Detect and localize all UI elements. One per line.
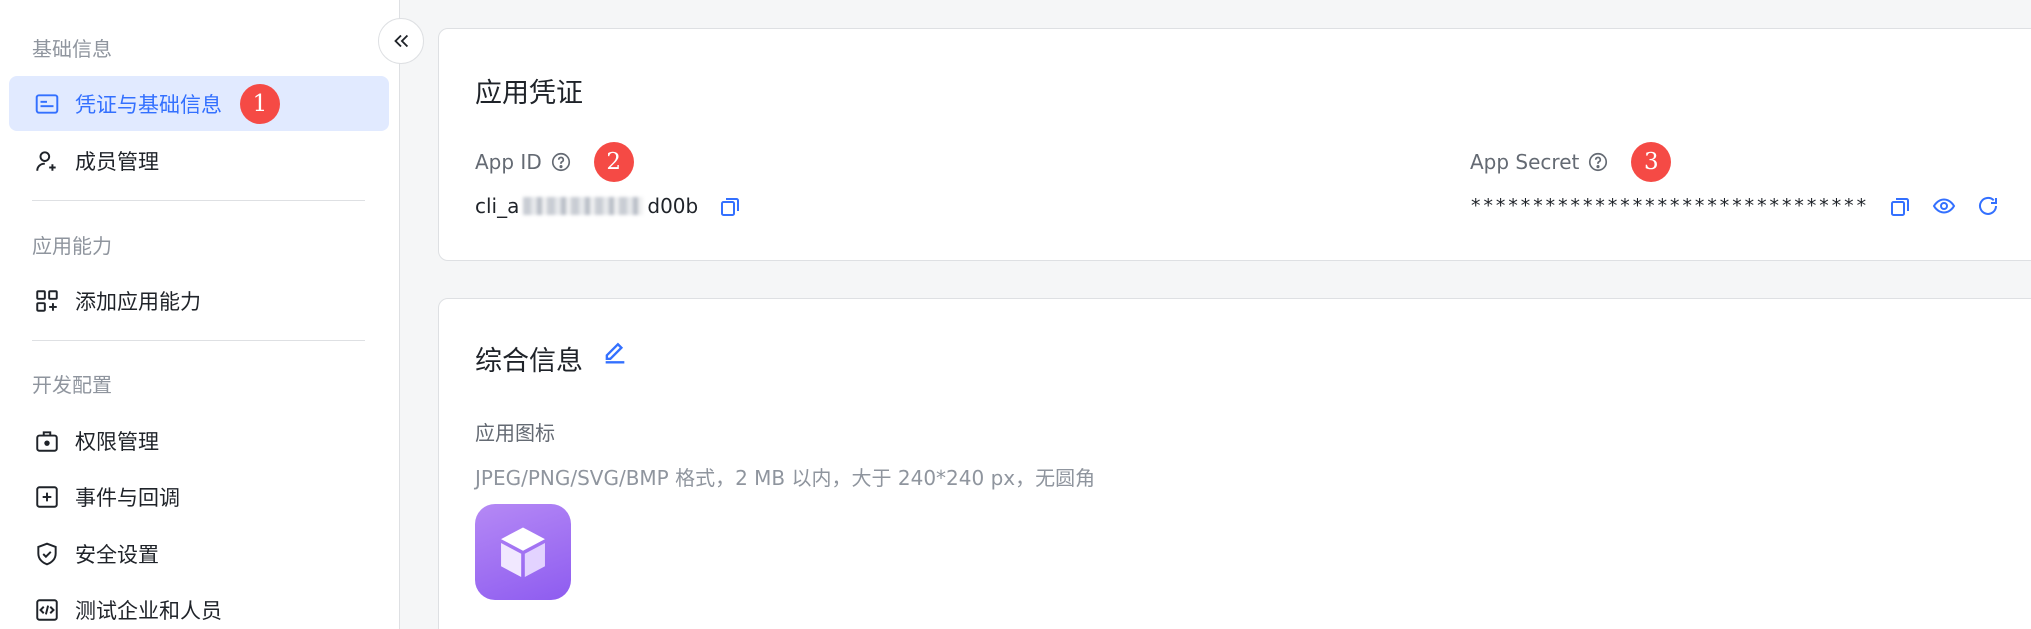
annotation-badge-3: 3	[1631, 142, 1672, 182]
app-id-value: cli_a d00b	[475, 194, 742, 218]
section-title-basic-info: 基础信息	[32, 37, 112, 61]
general-info-card: 综合信息 应用图标 JPEG/PNG/SVG/BMP 格式，2 MB 以内，大于…	[438, 298, 2031, 629]
double-chevron-left-icon	[390, 30, 412, 52]
sidebar-item-label: 事件与回调	[75, 485, 180, 510]
copy-icon[interactable]	[718, 194, 742, 218]
credential-icon	[33, 90, 61, 118]
divider	[32, 340, 365, 341]
divider	[32, 200, 365, 201]
sidebar: 基础信息 凭证与基础信息 1 成员管理 应用能力 添加应用能力 开发配置 权限管…	[0, 0, 400, 629]
general-info-title: 综合信息	[475, 346, 583, 377]
add-member-icon	[33, 147, 61, 175]
sidebar-item-add-capability[interactable]: 添加应用能力	[9, 273, 389, 328]
help-icon[interactable]	[1587, 151, 1609, 173]
help-icon[interactable]	[550, 151, 572, 173]
section-title-app-capability: 应用能力	[32, 234, 112, 258]
code-test-icon	[33, 596, 61, 624]
app-secret-label: App Secret	[1470, 150, 1580, 174]
sidebar-item-permissions[interactable]: 权限管理	[9, 413, 389, 468]
sidebar-item-members[interactable]: 成员管理	[9, 133, 389, 188]
sidebar-item-label: 添加应用能力	[75, 289, 201, 314]
app-icon-hint: JPEG/PNG/SVG/BMP 格式，2 MB 以内，大于 240*240 p…	[475, 466, 1096, 490]
copy-icon[interactable]	[1888, 194, 1912, 218]
refresh-icon[interactable]	[1976, 194, 2000, 218]
cube-icon	[501, 527, 545, 578]
collapse-sidebar-button[interactable]	[378, 18, 424, 64]
permission-icon	[33, 427, 61, 455]
app-id-masked	[523, 197, 644, 215]
app-id-prefix: cli_a	[475, 194, 520, 218]
event-callback-icon	[33, 483, 61, 511]
edit-icon[interactable]	[601, 339, 629, 367]
sidebar-item-label: 成员管理	[75, 149, 159, 174]
eye-icon[interactable]	[1932, 194, 1956, 218]
app-id-suffix: d00b	[647, 194, 699, 218]
sidebar-item-label: 权限管理	[75, 429, 159, 454]
sidebar-item-label: 安全设置	[75, 542, 159, 567]
apps-add-icon	[33, 287, 61, 315]
credentials-card: 应用凭证 App ID 2 cli_a d00b App Secret 3 **…	[438, 28, 2031, 261]
sidebar-item-security[interactable]: 安全设置	[9, 526, 389, 581]
credentials-title: 应用凭证	[475, 78, 583, 109]
section-title-dev-config: 开发配置	[32, 373, 112, 397]
app-secret-value: ********************************	[1470, 195, 1869, 217]
app-id-label: App ID	[475, 150, 542, 174]
app-secret-label-row: App Secret 3	[1470, 142, 1672, 182]
shield-icon	[33, 540, 61, 568]
app-icon-label: 应用图标	[475, 421, 555, 445]
app-id-label-row: App ID 2	[475, 142, 634, 182]
annotation-badge-1: 1	[240, 83, 280, 124]
app-secret-value-row: ********************************	[1470, 194, 2000, 218]
annotation-badge-2: 2	[593, 142, 634, 182]
app-icon[interactable]	[475, 504, 571, 600]
sidebar-item-events[interactable]: 事件与回调	[9, 469, 389, 524]
sidebar-item-label: 测试企业和人员	[75, 598, 222, 623]
sidebar-item-credentials[interactable]: 凭证与基础信息 1	[9, 76, 389, 131]
sidebar-item-test-org[interactable]: 测试企业和人员	[9, 582, 389, 629]
sidebar-item-label: 凭证与基础信息	[75, 92, 222, 117]
